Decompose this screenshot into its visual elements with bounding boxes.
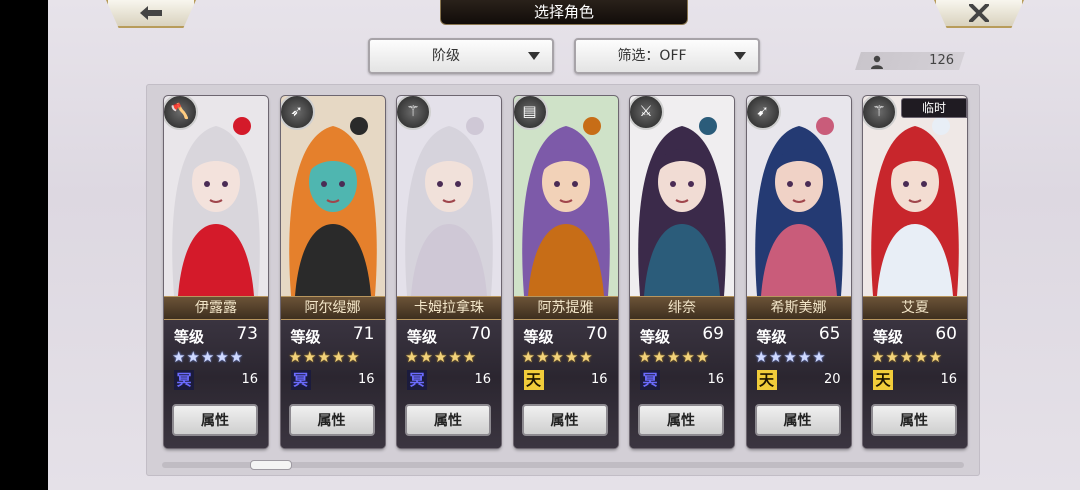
character-count: 126 bbox=[858, 52, 962, 70]
attribute-button[interactable]: 属性 bbox=[754, 404, 841, 436]
chevron-down-icon bbox=[528, 52, 540, 60]
character-list-panel: 🪓 伊露露 等级 73 ★★★★★ 冥 16 属性 ➶ 阿尔缇娜 等级 71 ★… bbox=[146, 84, 980, 476]
level-label: 等级 bbox=[174, 328, 205, 346]
character-name: 绯奈 bbox=[630, 296, 734, 320]
star-rating: ★★★★★ bbox=[405, 348, 478, 366]
rank-badge: 冥 bbox=[640, 370, 660, 390]
scrollbar-thumb[interactable] bbox=[250, 460, 292, 470]
level-label: 等级 bbox=[523, 328, 554, 346]
character-count-value: 126 bbox=[929, 53, 954, 68]
left-arrow-icon bbox=[138, 5, 164, 21]
close-x-icon bbox=[969, 4, 989, 22]
level-label: 等级 bbox=[290, 328, 321, 346]
level-label: 等级 bbox=[640, 328, 671, 346]
character-stats: 等级 69 ★★★★★ 冥 16 属性 bbox=[630, 320, 734, 448]
sort-dropdown-label: 阶级 bbox=[432, 48, 460, 64]
book-icon: ▤ bbox=[513, 96, 548, 130]
filter-dropdown[interactable]: 筛选：OFF bbox=[574, 38, 760, 74]
sort-dropdown[interactable]: 阶级 bbox=[368, 38, 554, 74]
rank-badge: 天 bbox=[873, 370, 893, 390]
character-name: 阿苏提雅 bbox=[513, 296, 618, 320]
character-card[interactable]: ⚚ 卡姆拉拿珠 等级 70 ★★★★★ 冥 16 属性 bbox=[397, 96, 501, 448]
rank-badge: 天 bbox=[756, 370, 777, 390]
rank-badge: 冥 bbox=[290, 370, 311, 390]
character-stats: 等级 73 ★★★★★ 冥 16 属性 bbox=[164, 320, 268, 448]
attribute-button[interactable]: 属性 bbox=[288, 404, 375, 436]
character-name: 艾夏 bbox=[863, 296, 967, 320]
level-label: 等级 bbox=[407, 328, 438, 346]
star-rating: ★★★★★ bbox=[754, 348, 827, 366]
star-rating: ★★★★★ bbox=[638, 348, 711, 366]
rank-number: 16 bbox=[940, 372, 957, 387]
user-icon bbox=[870, 54, 884, 69]
attribute-button[interactable]: 属性 bbox=[172, 404, 258, 436]
rank-number: 16 bbox=[590, 372, 608, 387]
rank-badge: 冥 bbox=[174, 370, 194, 390]
level-value: 71 bbox=[352, 324, 375, 344]
spear-icon: ➹ bbox=[746, 96, 781, 130]
star-rating: ★★★★★ bbox=[871, 348, 944, 366]
attribute-button[interactable]: 属性 bbox=[871, 404, 957, 436]
filter-dropdown-label: 筛选：OFF bbox=[617, 48, 687, 64]
character-card[interactable]: 🪓 伊露露 等级 73 ★★★★★ 冥 16 属性 bbox=[164, 96, 268, 448]
level-value: 65 bbox=[818, 324, 841, 344]
level-value: 69 bbox=[702, 324, 724, 344]
character-stats: 等级 70 ★★★★★ 天 16 属性 bbox=[513, 320, 618, 448]
attribute-button[interactable]: 属性 bbox=[638, 404, 724, 436]
character-stats: 等级 60 ★★★★★ 天 16 属性 bbox=[863, 320, 967, 448]
level-value: 70 bbox=[469, 324, 491, 344]
character-stats: 等级 65 ★★★★★ 天 20 属性 bbox=[746, 320, 851, 448]
character-card[interactable]: ➹ 希斯美娜 等级 65 ★★★★★ 天 20 属性 bbox=[746, 96, 851, 448]
level-label: 等级 bbox=[873, 328, 904, 346]
bow-icon: ➶ bbox=[280, 96, 315, 130]
star-rating: ★★★★★ bbox=[172, 348, 245, 366]
attribute-button[interactable]: 属性 bbox=[405, 404, 491, 436]
character-name: 阿尔缇娜 bbox=[280, 296, 385, 320]
temp-badge: 临时 bbox=[901, 98, 967, 118]
rank-number: 16 bbox=[707, 372, 724, 387]
rank-number: 16 bbox=[474, 372, 491, 387]
character-name: 卡姆拉拿珠 bbox=[397, 296, 501, 320]
character-stats: 等级 71 ★★★★★ 冥 16 属性 bbox=[280, 320, 385, 448]
rank-number: 16 bbox=[357, 372, 375, 387]
level-value: 70 bbox=[585, 324, 608, 344]
character-card[interactable]: ➶ 阿尔缇娜 等级 71 ★★★★★ 冥 16 属性 bbox=[280, 96, 385, 448]
level-label: 等级 bbox=[756, 328, 787, 346]
character-name: 伊露露 bbox=[164, 296, 268, 320]
star-rating: ★★★★★ bbox=[288, 348, 361, 366]
attribute-button[interactable]: 属性 bbox=[521, 404, 608, 436]
page-title: 选择角色 bbox=[440, 0, 688, 25]
rank-badge: 冥 bbox=[407, 370, 427, 390]
rank-number: 16 bbox=[241, 372, 258, 387]
rank-number: 20 bbox=[823, 372, 841, 387]
chevron-down-icon bbox=[734, 52, 746, 60]
rank-badge: 天 bbox=[523, 370, 544, 390]
character-cards: 🪓 伊露露 等级 73 ★★★★★ 冥 16 属性 ➶ 阿尔缇娜 等级 71 ★… bbox=[146, 84, 980, 476]
character-stats: 等级 70 ★★★★★ 冥 16 属性 bbox=[397, 320, 501, 448]
character-card[interactable]: ⚚ 临时 艾夏 等级 60 ★★★★★ 天 16 属性 bbox=[863, 96, 967, 448]
character-card[interactable]: ▤ 阿苏提雅 等级 70 ★★★★★ 天 16 属性 bbox=[513, 96, 618, 448]
star-rating: ★★★★★ bbox=[521, 348, 594, 366]
screen: 选择角色 阶级 筛选：OFF 126 🪓 伊露露 等级 73 ★★★★★ 冥 1… bbox=[48, 0, 1080, 490]
level-value: 73 bbox=[236, 324, 258, 344]
character-name: 希斯美娜 bbox=[746, 296, 851, 320]
back-button[interactable] bbox=[106, 0, 196, 28]
character-card[interactable]: ⚔ 绯奈 等级 69 ★★★★★ 冥 16 属性 bbox=[630, 96, 734, 448]
level-value: 60 bbox=[935, 324, 957, 344]
close-button[interactable] bbox=[934, 0, 1024, 28]
